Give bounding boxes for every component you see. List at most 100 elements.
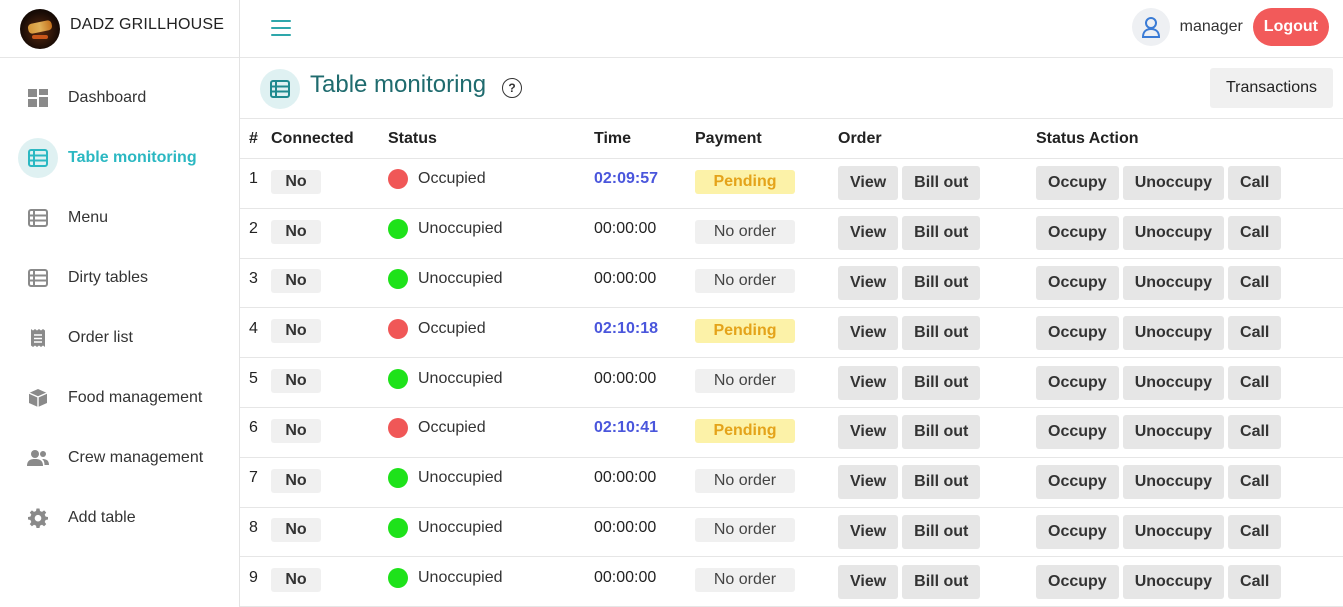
view-order-button[interactable]: View [838, 415, 899, 450]
sidebar-item-table-monitoring[interactable]: Table monitoring [0, 128, 239, 188]
call-button[interactable]: Call [1228, 216, 1282, 251]
occupy-button[interactable]: Occupy [1036, 564, 1119, 599]
status-dot-icon [388, 368, 408, 389]
call-button[interactable]: Call [1228, 514, 1282, 549]
connected-badge: No [271, 169, 321, 194]
hamburger-menu-icon[interactable] [271, 19, 291, 37]
call-button[interactable]: Call [1228, 265, 1282, 300]
sidebar-item-label: Menu [68, 209, 109, 226]
status-indicator: Unoccupied [388, 268, 594, 289]
view-order-button[interactable]: View [838, 465, 899, 500]
bill-out-button[interactable]: Bill out [902, 514, 981, 549]
occupy-button[interactable]: Occupy [1036, 216, 1119, 251]
column-header: Order [838, 118, 1036, 159]
status-indicator: Occupied [388, 169, 594, 190]
status-indicator: Unoccupied [388, 468, 594, 489]
table-row: 2 No Unoccupied 00:00:00 No order View Bill ou… [240, 208, 1343, 259]
occupy-button[interactable]: Occupy [1036, 315, 1119, 350]
table-row: 5 No Unoccupied 00:00:00 No order View Bill ou… [240, 357, 1343, 408]
view-order-button[interactable]: View [838, 365, 899, 400]
sidebar-item-dashboard[interactable]: Dashboard [0, 68, 239, 128]
view-order-button[interactable]: View [838, 564, 899, 599]
occupy-button[interactable]: Occupy [1036, 166, 1119, 201]
sidebar-item-food-management[interactable]: Food management [0, 368, 239, 428]
sidebar-item-add-table[interactable]: Add table [0, 488, 239, 548]
unoccupy-button[interactable]: Unoccupy [1122, 465, 1225, 500]
unoccupy-button[interactable]: Unoccupy [1122, 514, 1225, 549]
dirty-tables-icon [18, 258, 58, 298]
sidebar-item-dirty-tables[interactable]: Dirty tables [0, 248, 239, 308]
top-header: manager Logout [240, 0, 1343, 58]
elapsed-time: 02:09:57 [594, 170, 659, 188]
bill-out-button[interactable]: Bill out [902, 465, 981, 500]
status-dot-icon [388, 219, 408, 240]
call-button[interactable]: Call [1228, 415, 1282, 450]
elapsed-time: 00:00:00 [594, 518, 657, 536]
help-icon[interactable]: ? [502, 78, 522, 98]
view-order-button[interactable]: View [838, 166, 899, 201]
status-indicator: Unoccupied [388, 567, 594, 588]
sidebar-item-order-list[interactable]: Order list [0, 308, 239, 368]
gear-icon [18, 498, 58, 538]
status-text: Unoccupied [418, 369, 503, 387]
status-dot-icon [388, 169, 408, 190]
brand-logo [20, 8, 60, 49]
elapsed-time: 00:00:00 [594, 369, 657, 387]
occupy-button[interactable]: Occupy [1036, 465, 1119, 500]
unoccupy-button[interactable]: Unoccupy [1122, 564, 1225, 599]
bill-out-button[interactable]: Bill out [902, 564, 981, 599]
occupy-button[interactable]: Occupy [1036, 365, 1119, 400]
column-header: Connected [271, 118, 388, 159]
bill-out-button[interactable]: Bill out [902, 415, 981, 450]
occupy-button[interactable]: Occupy [1036, 265, 1119, 300]
view-order-button[interactable]: View [838, 315, 899, 350]
view-order-button[interactable]: View [838, 265, 899, 300]
payment-badge: Pending [695, 418, 795, 443]
sidebar-item-label: Table monitoring [68, 149, 197, 166]
payment-badge: No order [695, 468, 795, 493]
status-text: Unoccupied [418, 568, 503, 586]
unoccupy-button[interactable]: Unoccupy [1122, 216, 1225, 251]
call-button[interactable]: Call [1228, 365, 1282, 400]
sidebar-item-crew-management[interactable]: Crew management [0, 428, 239, 488]
sidebar-item-label: Dashboard [68, 89, 147, 106]
view-order-button[interactable]: View [838, 514, 899, 549]
logout-button[interactable]: Logout [1252, 8, 1329, 46]
user-icon[interactable] [1131, 8, 1170, 46]
bill-out-button[interactable]: Bill out [902, 365, 981, 400]
payment-badge: Pending [695, 319, 795, 344]
call-button[interactable]: Call [1228, 465, 1282, 500]
transactions-button[interactable]: Transactions [1210, 68, 1333, 108]
payment-badge: No order [695, 269, 795, 294]
payment-badge: Pending [695, 169, 795, 194]
sidebar-item-label: Food management [68, 389, 203, 406]
status-text: Occupied [418, 419, 486, 437]
row-number: 1 [249, 170, 258, 188]
call-button[interactable]: Call [1228, 315, 1282, 350]
connected-badge: No [271, 418, 321, 443]
status-text: Unoccupied [418, 469, 503, 487]
table-row: 9 No Unoccupied 00:00:00 No order View Bill ou… [240, 556, 1343, 607]
occupy-button[interactable]: Occupy [1036, 514, 1119, 549]
unoccupy-button[interactable]: Unoccupy [1122, 415, 1225, 450]
unoccupy-button[interactable]: Unoccupy [1122, 265, 1225, 300]
unoccupy-button[interactable]: Unoccupy [1122, 365, 1225, 400]
table-row: 6 No Occupied 02:10:41 Pending View Bill out Oc… [240, 407, 1343, 458]
call-button[interactable]: Call [1228, 564, 1282, 599]
unoccupy-button[interactable]: Unoccupy [1122, 315, 1225, 350]
row-number: 5 [249, 369, 258, 387]
column-header: Status [388, 118, 594, 159]
call-button[interactable]: Call [1228, 166, 1282, 201]
unoccupy-button[interactable]: Unoccupy [1122, 166, 1225, 201]
view-order-button[interactable]: View [838, 216, 899, 251]
status-dot-icon [388, 468, 408, 489]
bill-out-button[interactable]: Bill out [902, 216, 981, 251]
occupy-button[interactable]: Occupy [1036, 415, 1119, 450]
sidebar-item-menu[interactable]: Menu [0, 188, 239, 248]
bill-out-button[interactable]: Bill out [902, 265, 981, 300]
brand[interactable]: DADZ GRILLHOUSE [0, 0, 239, 58]
payment-badge: No order [695, 518, 795, 543]
column-header: Payment [695, 118, 838, 159]
bill-out-button[interactable]: Bill out [902, 166, 981, 201]
bill-out-button[interactable]: Bill out [902, 315, 981, 350]
